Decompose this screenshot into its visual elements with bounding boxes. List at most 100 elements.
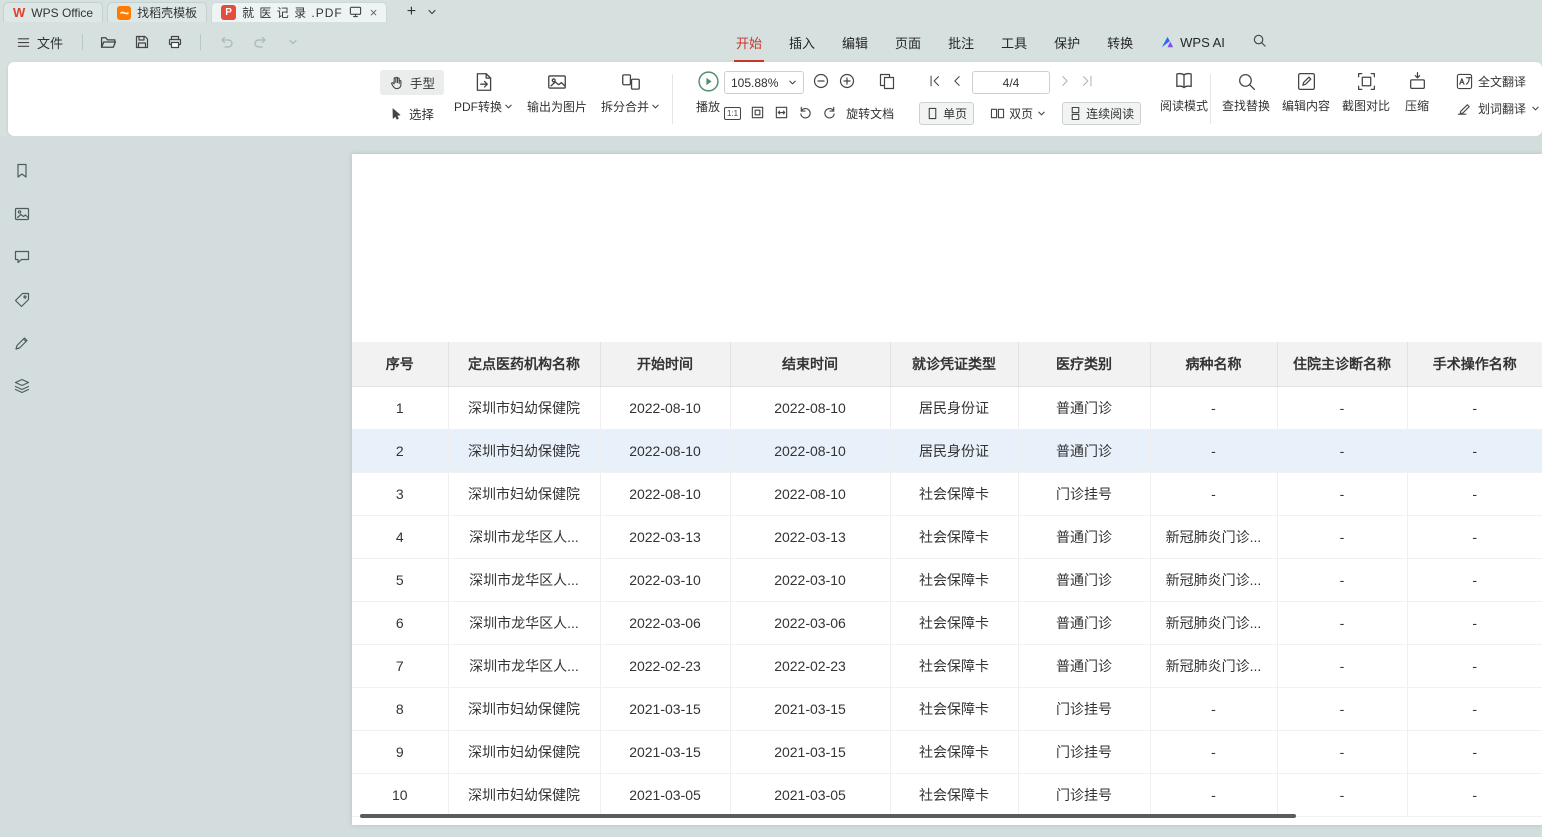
- table-row[interactable]: 8深圳市妇幼保健院2021-03-152021-03-15社会保障卡门诊挂号--…: [352, 687, 1542, 730]
- open-file-button[interactable]: [96, 30, 121, 54]
- tab-wps-ai[interactable]: WPS AI: [1160, 35, 1225, 50]
- table-cell: -: [1407, 515, 1542, 558]
- table-row[interactable]: 3深圳市妇幼保健院2022-08-102022-08-10社会保障卡门诊挂号--…: [352, 472, 1542, 515]
- table-cell: 深圳市妇幼保健院: [448, 386, 600, 429]
- rotate-doc-label[interactable]: 旋转文档: [846, 105, 894, 122]
- table-cell: 普通门诊: [1018, 515, 1150, 558]
- redo-button[interactable]: [247, 30, 272, 54]
- pdf-page[interactable]: 序号定点医药机构名称开始时间结束时间就诊凭证类型医疗类别病种名称住院主诊断名称手…: [352, 154, 1542, 825]
- table-row[interactable]: 6深圳市龙华区人...2022-03-062022-03-06社会保障卡普通门诊…: [352, 601, 1542, 644]
- double-page-button[interactable]: 双页: [983, 102, 1053, 125]
- thumbnails-panel-button[interactable]: [13, 205, 31, 226]
- table-row[interactable]: 2深圳市妇幼保健院2022-08-102022-08-10居民身份证普通门诊--…: [352, 429, 1542, 472]
- tab-list-chevron-icon[interactable]: [427, 2, 437, 22]
- save-icon: [134, 34, 150, 50]
- reading-mode-button[interactable]: 阅读模式: [1156, 70, 1212, 114]
- tab-wps-office[interactable]: W WPS Office: [3, 2, 103, 22]
- tab-home[interactable]: 开始: [736, 33, 762, 52]
- labels-panel-button[interactable]: [13, 291, 31, 312]
- edit-content-icon: [1296, 71, 1317, 92]
- tab-comment[interactable]: 批注: [948, 33, 974, 52]
- ribbon-search-button[interactable]: [1252, 33, 1267, 51]
- select-tool-button[interactable]: 选择: [380, 101, 444, 126]
- continuous-read-button[interactable]: 连续阅读: [1062, 102, 1141, 125]
- horizontal-scrollbar[interactable]: [360, 814, 1296, 818]
- table-row[interactable]: 9深圳市妇幼保健院2021-03-152021-03-15社会保障卡门诊挂号--…: [352, 730, 1542, 773]
- table-cell: -: [1277, 644, 1407, 687]
- file-menu-button[interactable]: 文件: [10, 30, 69, 55]
- table-row[interactable]: 7深圳市龙华区人...2022-02-232022-02-23社会保障卡普通门诊…: [352, 644, 1542, 687]
- table-row[interactable]: 4深圳市龙华区人...2022-03-132022-03-13社会保障卡普通门诊…: [352, 515, 1542, 558]
- tab-label: WPS Office: [31, 6, 93, 20]
- table-row[interactable]: 10深圳市妇幼保健院2021-03-052021-03-05社会保障卡门诊挂号-…: [352, 773, 1542, 816]
- compress-label: 压缩: [1405, 97, 1429, 114]
- full-translation-button[interactable]: 全文翻译: [1456, 73, 1540, 90]
- fit-window-button[interactable]: [878, 72, 896, 93]
- next-page-button[interactable]: [1058, 74, 1072, 91]
- chevron-down-icon: [651, 102, 660, 111]
- table-cell: 深圳市龙华区人...: [448, 558, 600, 601]
- actual-size-button[interactable]: 1:1: [724, 107, 741, 120]
- print-button[interactable]: [162, 30, 187, 54]
- table-row[interactable]: 1深圳市妇幼保健院2022-08-102022-08-10居民身份证普通门诊--…: [352, 386, 1542, 429]
- new-tab-button[interactable]: +: [401, 2, 421, 22]
- tab-tools[interactable]: 工具: [1001, 33, 1027, 52]
- zoom-select[interactable]: 105.88%: [724, 71, 804, 94]
- docer-logo-icon: [117, 6, 131, 20]
- table-row[interactable]: 5深圳市龙华区人...2022-03-102022-03-10社会保障卡普通门诊…: [352, 558, 1542, 601]
- chevron-down-icon: [1037, 109, 1046, 118]
- comments-panel-button[interactable]: [13, 248, 31, 269]
- wps-ai-label: WPS AI: [1180, 35, 1225, 50]
- single-page-button[interactable]: 单页: [919, 102, 974, 125]
- word-translation-button[interactable]: 划词翻译: [1456, 100, 1540, 117]
- zoom-out-icon: [812, 72, 830, 90]
- printer-icon: [167, 34, 183, 50]
- save-button[interactable]: [129, 30, 154, 54]
- tab-insert[interactable]: 插入: [789, 33, 815, 52]
- fit-width-button[interactable]: [774, 105, 789, 123]
- tab-page[interactable]: 页面: [895, 33, 921, 52]
- full-translation-label: 全文翻译: [1478, 73, 1526, 90]
- table-cell: 9: [352, 730, 448, 773]
- compress-button[interactable]: 压缩: [1400, 71, 1434, 114]
- tab-convert[interactable]: 转换: [1107, 33, 1133, 52]
- rotate-right-button[interactable]: [822, 105, 837, 123]
- table-cell: 新冠肺炎门诊...: [1150, 644, 1277, 687]
- close-tab-icon[interactable]: ×: [370, 5, 378, 20]
- hand-tool-button[interactable]: 手型: [380, 70, 444, 95]
- annotation-panel-button[interactable]: [13, 334, 31, 355]
- tab-edit[interactable]: 编辑: [842, 33, 868, 52]
- pdf-convert-button[interactable]: PDF转换: [454, 71, 513, 115]
- table-cell: 2021-03-15: [600, 687, 730, 730]
- undo-button[interactable]: [214, 30, 239, 54]
- tab-document[interactable]: P 就 医 记 录 .PDF ×: [211, 2, 387, 22]
- bookmarks-panel-button[interactable]: [13, 162, 31, 183]
- previous-page-button[interactable]: [950, 74, 964, 91]
- history-chevron-icon[interactable]: [280, 30, 305, 54]
- layers-panel-button[interactable]: [13, 377, 31, 398]
- find-replace-button[interactable]: 查找替换: [1220, 71, 1272, 114]
- divider: [672, 74, 673, 124]
- zoom-in-button[interactable]: [838, 72, 856, 93]
- rotate-left-button[interactable]: [798, 105, 813, 123]
- table-cell: 7: [352, 644, 448, 687]
- table-cell: -: [1407, 558, 1542, 601]
- table-cell: 新冠肺炎门诊...: [1150, 515, 1277, 558]
- tab-protect[interactable]: 保护: [1054, 33, 1080, 52]
- first-page-button[interactable]: [928, 74, 942, 91]
- screenshot-compare-button[interactable]: 截图对比: [1340, 71, 1392, 114]
- find-replace-label: 查找替换: [1222, 97, 1270, 114]
- tab-docer[interactable]: 找稻壳模板: [107, 2, 207, 22]
- export-image-button[interactable]: 输出为图片: [527, 71, 587, 115]
- zoom-out-button[interactable]: [812, 72, 830, 93]
- page-number-input[interactable]: [972, 71, 1050, 94]
- edit-content-button[interactable]: 编辑内容: [1280, 71, 1332, 114]
- table-header: 序号定点医药机构名称开始时间结束时间就诊凭证类型医疗类别病种名称住院主诊断名称手…: [352, 342, 1542, 386]
- last-page-button[interactable]: [1080, 74, 1094, 91]
- table-cell: 5: [352, 558, 448, 601]
- fit-page-button[interactable]: [750, 105, 765, 123]
- divider: [1210, 74, 1211, 124]
- split-merge-button[interactable]: 拆分合并: [601, 71, 660, 115]
- menu-bar: 文件 开始 插入 编辑 页面 批注 工具 保护 转换: [0, 22, 1542, 62]
- pdf-file-icon: P: [221, 5, 236, 20]
